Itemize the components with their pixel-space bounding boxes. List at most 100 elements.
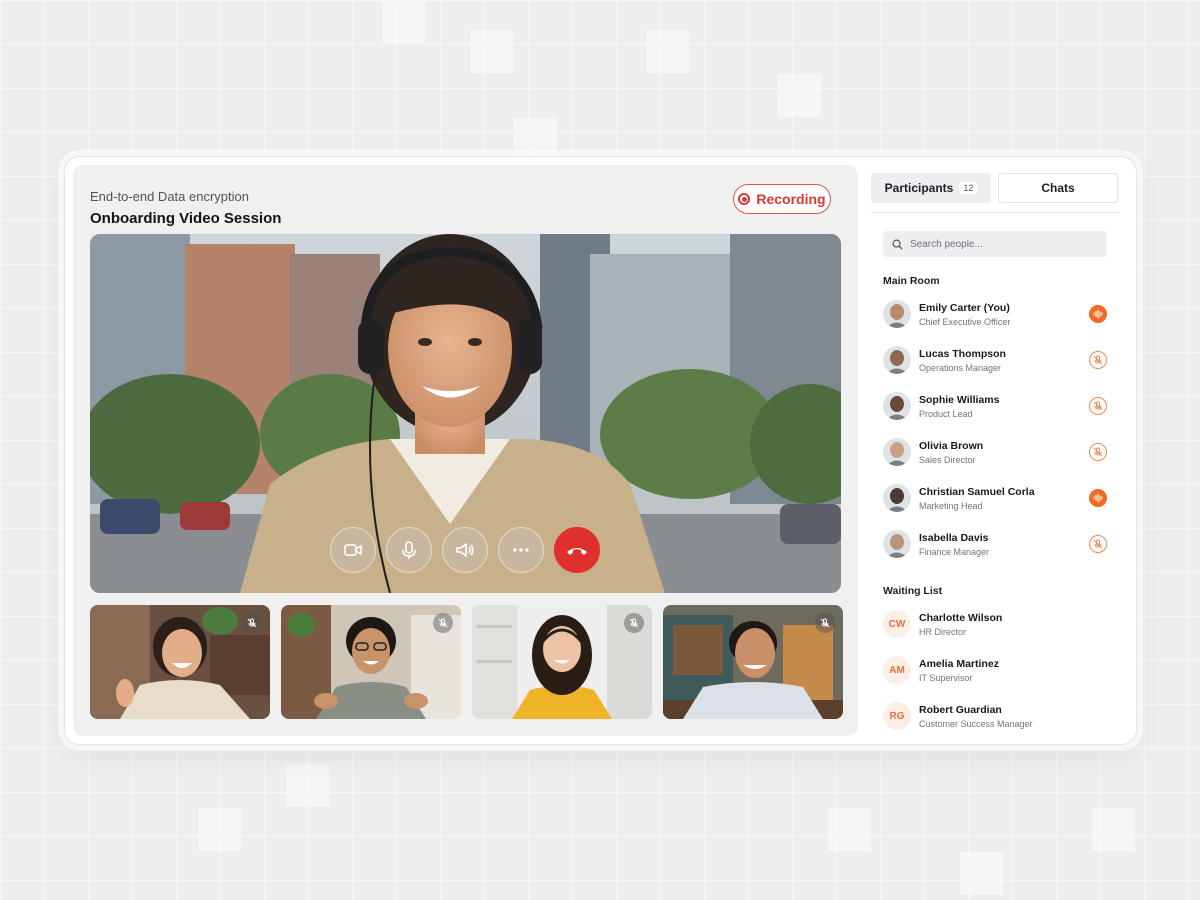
speaking-indicator[interactable] — [1089, 305, 1107, 323]
thumbnail-mute-indicator — [433, 613, 453, 633]
participant-count-badge: 12 — [959, 182, 978, 194]
muted-indicator[interactable] — [1089, 397, 1107, 415]
participant-info: Emily Carter (You) Chief Executive Office… — [919, 302, 1089, 327]
participant-role: Customer Success Manager — [919, 718, 1033, 729]
participant-video-tile[interactable] — [281, 605, 461, 719]
participant-row[interactable]: Christian Samuel Corla Marketing Head — [883, 475, 1107, 521]
background-tile — [198, 808, 241, 851]
participant-info: Amelia Martinez IT Supervisor — [919, 658, 1107, 683]
mic-off-icon — [1093, 401, 1103, 411]
audio-wave-icon — [1093, 309, 1103, 319]
background-tile — [778, 74, 821, 117]
encryption-subtitle: End-to-end Data encryption — [90, 189, 249, 204]
participant-info: Sophie Williams Product Lead — [919, 394, 1089, 419]
participant-row[interactable]: Isabella Davis Finance Manager — [883, 521, 1107, 567]
participant-name: Robert Guardian — [919, 703, 1002, 716]
mic-off-icon — [247, 618, 257, 628]
waiting-list-row[interactable]: CW Charlotte Wilson HR Director — [883, 601, 1107, 647]
phone-hangup-icon — [567, 548, 587, 555]
waiting-list-heading: Waiting List — [883, 585, 943, 597]
participant-name: Emily Carter (You) — [919, 301, 1010, 314]
waiting-list-row[interactable]: RG Robert Guardian Customer Success Manage… — [883, 693, 1107, 739]
mic-off-icon — [1093, 447, 1103, 457]
participant-name: Amelia Martinez — [919, 657, 999, 670]
participant-name: Christian Samuel Corla — [919, 485, 1035, 498]
main-video-feed[interactable] — [90, 234, 841, 593]
call-controls — [330, 527, 600, 573]
microphone-button[interactable] — [386, 527, 432, 573]
background-tile — [646, 30, 689, 73]
background-tile — [514, 118, 557, 161]
main-room-list: Emily Carter (You) Chief Executive Office… — [883, 291, 1107, 567]
participant-role: Chief Executive Officer — [919, 316, 1011, 327]
participant-row[interactable]: Emily Carter (You) Chief Executive Office… — [883, 291, 1107, 337]
muted-indicator[interactable] — [1089, 351, 1107, 369]
mic-off-icon — [1093, 539, 1103, 549]
participant-video-tile[interactable] — [472, 605, 652, 719]
search-people-input[interactable]: Search people... — [883, 231, 1107, 257]
participant-name: Isabella Davis — [919, 531, 989, 544]
participant-row[interactable]: Sophie Williams Product Lead — [883, 383, 1107, 429]
participant-role: IT Supervisor — [919, 672, 973, 683]
background-tile — [828, 808, 871, 851]
participant-role: Product Lead — [919, 408, 973, 419]
initials-avatar: CW — [883, 610, 911, 638]
participant-video-tile[interactable] — [663, 605, 843, 719]
thumbnail-mute-indicator — [624, 613, 644, 633]
speaker-button[interactable] — [442, 527, 488, 573]
recording-badge[interactable]: Recording — [733, 184, 831, 214]
avatar — [883, 392, 911, 420]
participant-info: Isabella Davis Finance Manager — [919, 532, 1089, 557]
end-call-button[interactable] — [554, 527, 600, 573]
speaking-indicator[interactable] — [1089, 489, 1107, 507]
avatar — [883, 438, 911, 466]
avatar — [883, 484, 911, 512]
session-title: Onboarding Video Session — [90, 210, 282, 227]
muted-indicator[interactable] — [1089, 443, 1107, 461]
background-tile — [960, 852, 1003, 895]
participant-info: Lucas Thompson Operations Manager — [919, 348, 1089, 373]
participant-name: Sophie Williams — [919, 393, 1000, 406]
video-stage: End-to-end Data encryption Onboarding Vi… — [73, 165, 858, 736]
waiting-list-row[interactable]: AM Amelia Martinez IT Supervisor — [883, 647, 1107, 693]
waiting-list: CW Charlotte Wilson HR Director AM Amelia Ma… — [883, 601, 1107, 739]
muted-indicator[interactable] — [1089, 535, 1107, 553]
participants-panel: Participants 12 Chats Search people... M… — [871, 173, 1119, 733]
mic-off-icon — [820, 618, 830, 628]
participant-role: HR Director — [919, 626, 967, 637]
camera-button[interactable] — [330, 527, 376, 573]
initials-avatar: AM — [883, 656, 911, 684]
participant-name: Olivia Brown — [919, 439, 984, 452]
participant-role: Finance Manager — [919, 546, 990, 557]
background-tile — [382, 0, 425, 43]
avatar — [883, 346, 911, 374]
audio-wave-icon — [1093, 493, 1103, 503]
background-tile — [1092, 808, 1135, 851]
tab-chats-label: Chats — [1041, 181, 1075, 195]
more-icon — [513, 548, 529, 552]
video-call-window: End-to-end Data encryption Onboarding Vi… — [64, 156, 1137, 745]
camera-icon — [344, 544, 362, 556]
participant-info: Olivia Brown Sales Director — [919, 440, 1089, 465]
participant-video-tile[interactable] — [90, 605, 270, 719]
participant-row[interactable]: Olivia Brown Sales Director — [883, 429, 1107, 475]
mic-off-icon — [438, 618, 448, 628]
tab-participants[interactable]: Participants 12 — [871, 173, 991, 203]
participant-thumbnails — [90, 605, 843, 719]
tab-chats[interactable]: Chats — [998, 173, 1118, 203]
mic-off-icon — [629, 618, 639, 628]
initials-avatar: RG — [883, 702, 911, 730]
participant-info: Robert Guardian Customer Success Manager — [919, 704, 1107, 729]
avatar — [883, 530, 911, 558]
participant-info: Christian Samuel Corla Marketing Head — [919, 486, 1089, 511]
search-icon — [892, 239, 903, 250]
participant-name: Lucas Thompson — [919, 347, 1006, 360]
panel-tabs: Participants 12 Chats — [871, 173, 1119, 203]
search-placeholder: Search people... — [910, 238, 983, 250]
avatar — [883, 300, 911, 328]
microphone-icon — [402, 541, 416, 559]
thumbnail-mute-indicator — [242, 613, 262, 633]
speaker-icon — [456, 543, 474, 557]
more-options-button[interactable] — [498, 527, 544, 573]
participant-row[interactable]: Lucas Thompson Operations Manager — [883, 337, 1107, 383]
